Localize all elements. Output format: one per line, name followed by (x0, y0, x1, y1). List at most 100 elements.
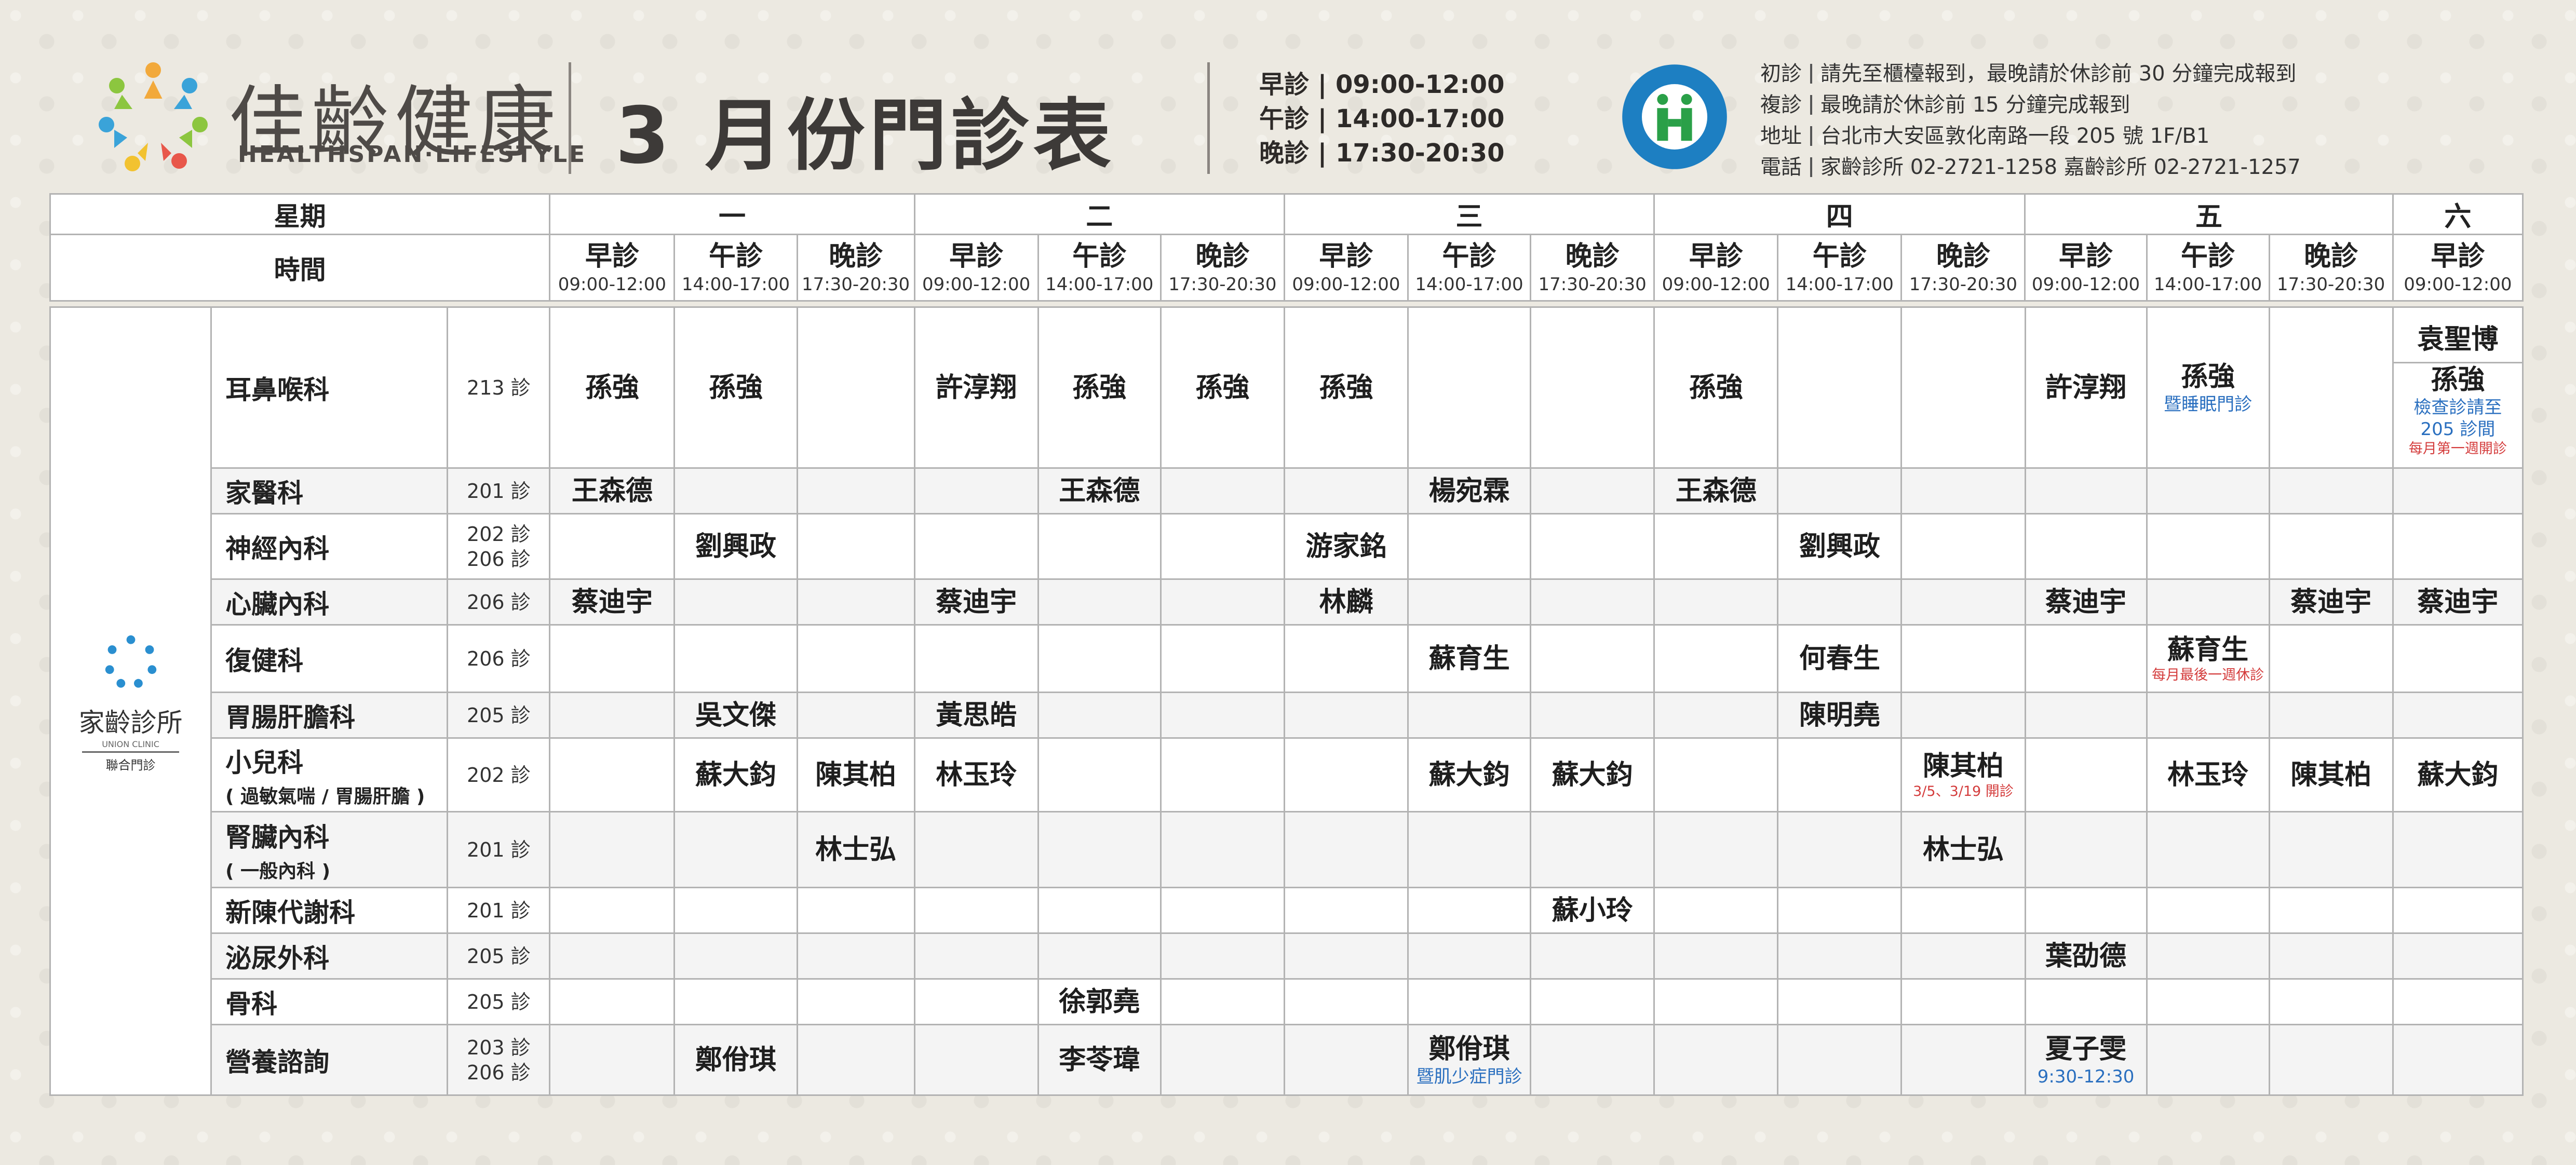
schedule-cell (1037, 737, 1162, 812)
schedule-cell (1283, 737, 1409, 812)
session-time: 09:00-12:00 (1292, 274, 1400, 295)
schedule-cell (1777, 932, 1903, 980)
schedule-cell (1900, 467, 2026, 514)
schedule-cell (1530, 811, 1655, 888)
room-cell: 201 診 (447, 887, 551, 934)
schedule-cell (2146, 578, 2270, 626)
schedule-cell (1530, 1024, 1655, 1096)
schedule-cell: 黃思皓 (913, 692, 1039, 739)
session-time: 09:00-12:00 (1662, 274, 1770, 295)
room-cell: 205 診 (447, 978, 551, 1025)
session-time: 17:30-20:30 (801, 274, 910, 295)
doctor-name: 蘇大鈞 (2417, 759, 2499, 791)
session-time: 17:30-20:30 (1538, 274, 1647, 295)
schedule-cell (2146, 1024, 2270, 1096)
schedule-cell (1407, 306, 1532, 469)
department-name: 小兒科 ( 過敏氣喘 / 胃腸肝膽 ) (210, 737, 449, 812)
schedule-cell (2268, 513, 2394, 580)
schedule-cell (1159, 932, 1285, 980)
weekday-6: 六 (2392, 193, 2524, 235)
schedule-cell (1530, 624, 1655, 693)
session-header: 晚診 17:30-20:30 (796, 234, 915, 302)
schedule-cell (1777, 978, 1903, 1025)
weekday-5: 五 (2024, 193, 2394, 235)
session-name: 晚診 (1936, 240, 1990, 272)
doctor-name: 楊宛霖 (1428, 475, 1510, 507)
session-name: 午診 (1442, 240, 1496, 272)
room-number: 203 診 (467, 1036, 531, 1059)
schedule-cell (1283, 624, 1409, 693)
session-header: 晚診 17:30-20:30 (1900, 234, 2026, 302)
schedule-cell: 蔡迪宇 (2268, 578, 2394, 626)
schedule-cell: 葉劭德 (2024, 932, 2148, 980)
table-row: 泌尿外科 205 診 葉劭德 (50, 932, 2524, 980)
schedule-cell: 蘇小玲 (1530, 887, 1655, 934)
doctor-name: 林玉玲 (2167, 759, 2249, 791)
schedule-cell: 孫強 (673, 306, 798, 469)
schedule-cell: 李苓瑋 (1037, 1024, 1162, 1096)
room-number: 206 診 (467, 647, 531, 670)
schedule-cell (2146, 932, 2270, 980)
session-header: 晚診 17:30-20:30 (1530, 234, 1655, 302)
schedule-cell (1900, 887, 2026, 934)
schedule-cell (796, 887, 915, 934)
cell-note-red: 3/5、3/19 開診 (1913, 783, 2014, 800)
schedule-cell (1777, 306, 1903, 469)
schedule-cell (1900, 578, 2026, 626)
schedule-cell (1283, 887, 1409, 934)
schedule-cell (1900, 692, 2026, 739)
schedule-cell (1037, 887, 1162, 934)
hours-row: 早診 | 09:00-12:00 (1259, 67, 1504, 102)
doctor-name: 許淳翔 (936, 372, 1017, 403)
info-label: 初診 (1760, 62, 1802, 86)
schedule-cell: 蘇育生 每月最後一週休診 (2146, 624, 2270, 693)
doctor-name: 林玉玲 (936, 759, 1017, 791)
doctor-name: 孫強 (1195, 372, 1250, 403)
doctor-name: 蘇小玲 (1552, 895, 1633, 926)
hours-time: 17:30-20:30 (1335, 139, 1505, 168)
clinic-name-en: UNION CLINIC (102, 739, 159, 749)
department-name: 胃腸肝膽科 (210, 692, 449, 739)
schedule-cell (1407, 513, 1532, 580)
schedule-cell-lower: 孫強 檢查診請至 205 診間 每月第一週開診 (2394, 363, 2521, 458)
schedule-cell (796, 578, 915, 626)
session-time: 09:00-12:00 (922, 274, 1031, 295)
doctor-name: 陳明堯 (1799, 699, 1880, 731)
schedule-cell: 袁聖博 孫強 檢查診請至 205 診間 每月第一週開診 (2392, 306, 2524, 469)
schedule-cell: 孫強 (549, 306, 676, 469)
schedule-cell (1530, 513, 1655, 580)
doctor-name: 蔡迪宇 (571, 586, 653, 618)
schedule-cell: 蔡迪宇 (2392, 578, 2524, 626)
schedule-cell (1159, 513, 1285, 580)
clinic-info: 初診 請先至櫃檯報到，最晚請於休診前 30 分鐘完成報到 複診 最晚請於休診前 15 … (1760, 58, 2301, 183)
doctor-name: 陳其柏 (815, 759, 897, 791)
schedule-cell (2024, 513, 2148, 580)
doctor-name: 葉劭德 (2045, 940, 2127, 972)
schedule-cell (1653, 1024, 1779, 1096)
info-separator (1810, 64, 1812, 84)
schedule-cell (1653, 578, 1779, 626)
schedule-cell (1900, 978, 2026, 1025)
session-name: 午診 (708, 240, 763, 272)
schedule-cell (1407, 887, 1532, 934)
schedule-cell: 鄭佾琪 (673, 1024, 798, 1096)
info-text: 台北市大安區敦化南路一段 205 號 1F/B1 (1820, 124, 2210, 148)
table-row: 胃腸肝膽科 205 診 吳文傑 黃思皓 陳明堯 (50, 692, 2524, 739)
schedule-cell (1653, 932, 1779, 980)
session-time: 09:00-12:00 (2031, 274, 2140, 295)
schedule-cell: 夏子雯 9:30-12:30 (2024, 1024, 2148, 1096)
schedule-cell (673, 624, 798, 693)
cell-note: 檢查診請至 (2413, 397, 2502, 418)
doctor-name: 蘇育生 (1428, 643, 1510, 674)
schedule-cell (2146, 811, 2270, 888)
room-cell: 202 診 206 診 (447, 513, 551, 580)
schedule-cell: 陳其柏 3/5、3/19 開診 (1900, 737, 2026, 812)
schedule-cell: 林玉玲 (2146, 737, 2270, 812)
weekday-1: 一 (549, 193, 915, 235)
schedule-cell (1530, 978, 1655, 1025)
schedule-cell (2024, 887, 2148, 934)
session-header: 午診 14:00-17:00 (1037, 234, 1162, 302)
schedule-cell (673, 811, 798, 888)
schedule-cell (796, 513, 915, 580)
schedule-cell (673, 467, 798, 514)
